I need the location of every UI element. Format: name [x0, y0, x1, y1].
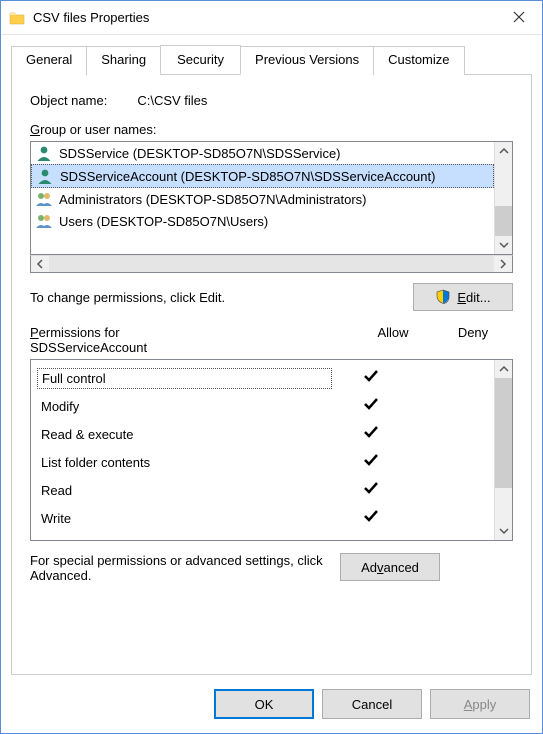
scroll-thumb[interactable] — [495, 378, 512, 488]
tab-customize[interactable]: Customize — [373, 46, 464, 75]
permissions-subject: SDSServiceAccount — [30, 340, 147, 355]
permission-row[interactable]: Read — [37, 476, 488, 504]
scroll-left-icon[interactable] — [31, 256, 49, 272]
scroll-up-icon[interactable] — [495, 142, 512, 160]
allow-column-header: Allow — [353, 325, 433, 355]
window-title: CSV files Properties — [33, 10, 496, 25]
edit-button-label: Edit... — [457, 290, 490, 305]
permission-name: Full control — [37, 368, 332, 389]
scroll-down-icon[interactable] — [495, 236, 512, 254]
group-list-vscrollbar[interactable] — [494, 142, 512, 254]
permission-name: List folder contents — [37, 453, 332, 472]
allow-check-icon — [332, 451, 410, 474]
permission-row[interactable]: Modify — [37, 392, 488, 420]
tab-security[interactable]: Security — [160, 45, 241, 74]
permission-row[interactable]: Full control — [37, 364, 488, 392]
advanced-button[interactable]: Advanced — [340, 553, 440, 581]
object-name-row: Object name: C:\CSV files — [30, 93, 513, 108]
group-user-label: Users (DESKTOP-SD85O7N\Users) — [59, 214, 268, 229]
close-button[interactable] — [496, 3, 542, 33]
permission-name: Read & execute — [37, 425, 332, 444]
group-user-label: SDSService (DESKTOP-SD85O7N\SDSService) — [59, 146, 341, 161]
permission-row[interactable]: Read & execute — [37, 420, 488, 448]
allow-check-icon — [332, 479, 410, 502]
users-icon — [35, 212, 53, 230]
security-panel: Object name: C:\CSV files Group or user … — [11, 74, 532, 675]
permission-name: Modify — [37, 397, 332, 416]
group-label: Group or user names: — [30, 122, 513, 137]
permission-row[interactable]: Write — [37, 504, 488, 532]
special-permissions-row: For special permissions or advanced sett… — [30, 553, 513, 583]
edit-note: To change permissions, click Edit. — [30, 290, 413, 305]
edit-button[interactable]: Edit... — [413, 283, 513, 311]
tab-previous-versions[interactable]: Previous Versions — [240, 46, 374, 75]
dialog-footer: OK Cancel Apply — [1, 675, 542, 733]
scroll-down-icon[interactable] — [495, 522, 512, 540]
group-user-item[interactable]: Users (DESKTOP-SD85O7N\Users) — [31, 210, 494, 232]
group-user-label: Administrators (DESKTOP-SD85O7N\Administ… — [59, 192, 367, 207]
group-user-label: SDSServiceAccount (DESKTOP-SD85O7N\SDSSe… — [60, 169, 435, 184]
users-icon — [35, 190, 53, 208]
dialog-body: General Sharing Security Previous Versio… — [1, 35, 542, 675]
edit-row: To change permissions, click Edit. Edit.… — [30, 283, 513, 311]
group-user-item[interactable]: SDSServiceAccount (DESKTOP-SD85O7N\SDSSe… — [31, 164, 494, 188]
user-icon — [36, 167, 54, 185]
permissions-header: Permissions for SDSServiceAccount Allow … — [30, 325, 513, 355]
special-permissions-text: For special permissions or advanced sett… — [30, 553, 340, 583]
apply-button[interactable]: Apply — [430, 689, 530, 719]
group-user-list[interactable]: SDSService (DESKTOP-SD85O7N\SDSService) S… — [30, 141, 513, 255]
allow-check-icon — [332, 395, 410, 418]
perm-list-vscrollbar[interactable] — [494, 360, 512, 540]
permission-name: Write — [37, 509, 332, 528]
user-icon — [35, 144, 53, 162]
tabs: General Sharing Security Previous Versio… — [11, 45, 532, 74]
group-list-hscrollbar[interactable] — [30, 255, 513, 273]
permission-name: Read — [37, 481, 332, 500]
cancel-button[interactable]: Cancel — [322, 689, 422, 719]
allow-check-icon — [332, 423, 410, 446]
uac-shield-icon — [435, 289, 451, 305]
allow-check-icon — [332, 367, 410, 390]
permissions-list[interactable]: Full control Modify Read & execute List fol… — [30, 359, 513, 541]
permission-row[interactable]: List folder contents — [37, 448, 488, 476]
folder-icon — [9, 10, 25, 26]
group-user-item[interactable]: Administrators (DESKTOP-SD85O7N\Administ… — [31, 188, 494, 210]
ok-button[interactable]: OK — [214, 689, 314, 719]
object-name-label: Object name: — [30, 93, 107, 108]
object-name-value: C:\CSV files — [137, 93, 207, 108]
close-icon — [513, 10, 525, 26]
deny-column-header: Deny — [433, 325, 513, 355]
group-user-item[interactable]: SDSService (DESKTOP-SD85O7N\SDSService) — [31, 142, 494, 164]
tab-general[interactable]: General — [11, 46, 87, 75]
hscroll-track[interactable] — [49, 256, 494, 272]
properties-dialog: CSV files Properties General Sharing Sec… — [0, 0, 543, 734]
allow-check-icon — [332, 507, 410, 530]
scroll-right-icon[interactable] — [494, 256, 512, 272]
titlebar: CSV files Properties — [1, 1, 542, 35]
tab-sharing[interactable]: Sharing — [86, 46, 161, 75]
scroll-up-icon[interactable] — [495, 360, 512, 378]
scroll-thumb[interactable] — [495, 206, 512, 236]
